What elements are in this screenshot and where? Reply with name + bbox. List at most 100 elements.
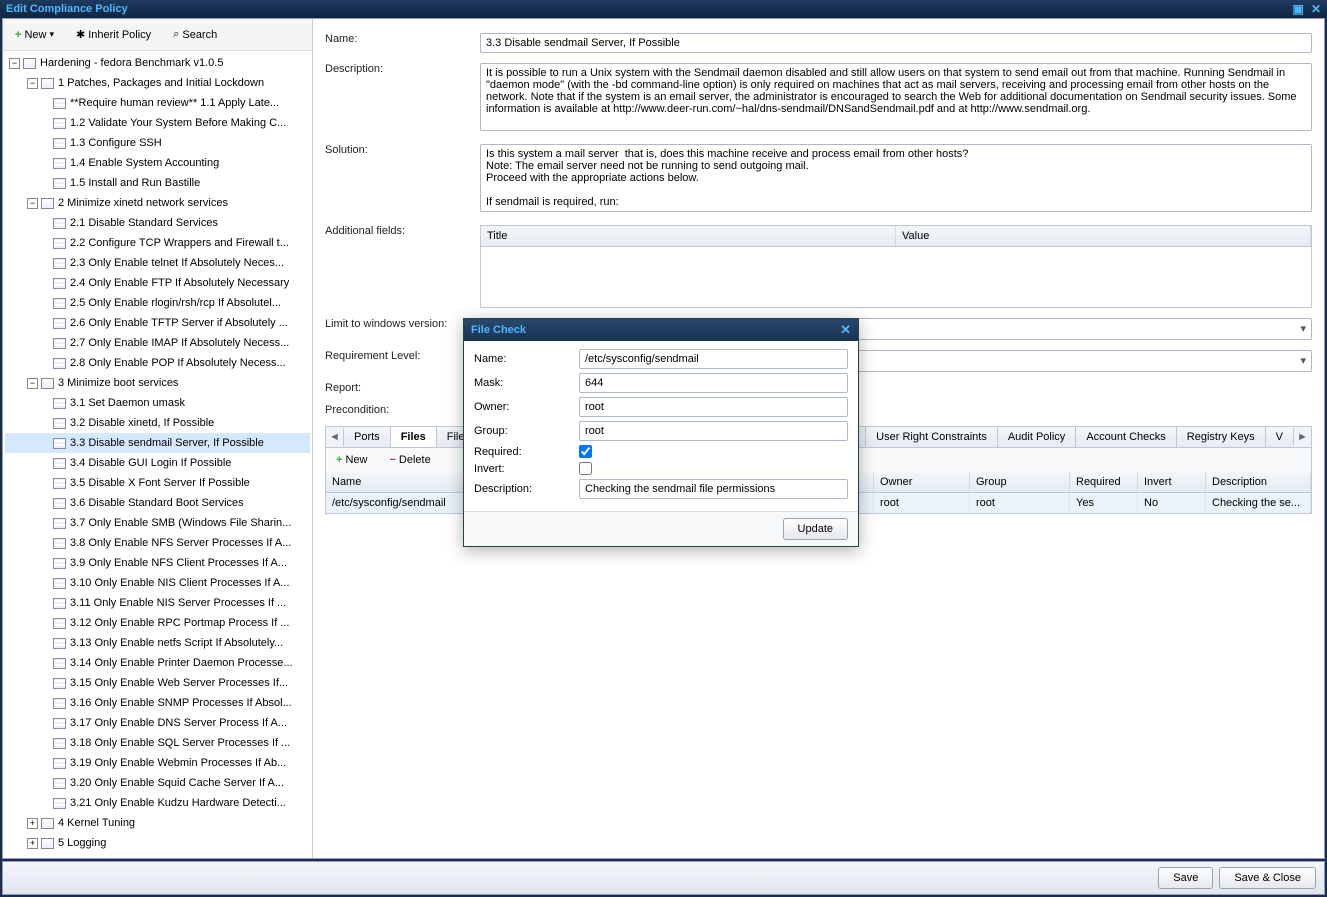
files-new-button[interactable]: +New bbox=[330, 452, 373, 468]
sheet-icon bbox=[53, 718, 66, 729]
sheet-icon bbox=[53, 678, 66, 689]
tree-item[interactable]: 2.7 Only Enable IMAP If Absolutely Neces… bbox=[5, 333, 310, 353]
tree-item[interactable]: 3.14 Only Enable Printer Daemon Processe… bbox=[5, 653, 310, 673]
tree-item[interactable]: **Require human review** 1.1 Apply Late.… bbox=[5, 93, 310, 113]
tree-item[interactable]: 3.1 Set Daemon umask bbox=[5, 393, 310, 413]
tree-item[interactable]: 3.7 Only Enable SMB (Windows File Sharin… bbox=[5, 513, 310, 533]
inherit-policy-button[interactable]: ✱Inherit Policy bbox=[69, 24, 158, 45]
tree-item[interactable]: 2.5 Only Enable rlogin/rsh/rcp If Absolu… bbox=[5, 293, 310, 313]
sheet-icon bbox=[53, 458, 66, 469]
tree-item[interactable]: 3.4 Disable GUI Login If Possible bbox=[5, 453, 310, 473]
tree-item[interactable]: 3.15 Only Enable Web Server Processes If… bbox=[5, 673, 310, 693]
tree-item[interactable]: 3.10 Only Enable NIS Client Processes If… bbox=[5, 573, 310, 593]
modal-description-input[interactable] bbox=[579, 479, 848, 499]
modal-title-bar[interactable]: File Check ✕ bbox=[464, 319, 858, 341]
search-button[interactable]: ⌕Search bbox=[166, 24, 224, 45]
folder-icon bbox=[41, 378, 54, 389]
tree-item[interactable]: 2.3 Only Enable telnet If Absolutely Nec… bbox=[5, 253, 310, 273]
tab-account-checks[interactable]: Account Checks bbox=[1076, 427, 1176, 447]
collapse-icon[interactable]: − bbox=[27, 378, 38, 389]
sheet-icon bbox=[53, 518, 66, 529]
tree-label: 4 Kernel Tuning bbox=[58, 817, 135, 829]
sheet-icon bbox=[53, 158, 66, 169]
tab-scroll-left[interactable]: ◄ bbox=[326, 428, 344, 446]
tree-item[interactable]: −3 Minimize boot services bbox=[5, 373, 310, 393]
expand-icon[interactable]: + bbox=[27, 818, 38, 829]
tab-scroll-right[interactable]: ► bbox=[1293, 428, 1311, 446]
tab-files[interactable]: Files bbox=[391, 427, 437, 447]
tree-item[interactable]: 3.3 Disable sendmail Server, If Possible bbox=[5, 433, 310, 453]
tree-item[interactable]: 3.5 Disable X Font Server If Possible bbox=[5, 473, 310, 493]
collapse-icon[interactable]: − bbox=[27, 78, 38, 89]
tree-item[interactable]: 3.21 Only Enable Kudzu Hardware Detecti.… bbox=[5, 793, 310, 813]
tree-label: 3.6 Disable Standard Boot Services bbox=[70, 497, 244, 509]
file-check-modal: File Check ✕ Name: Mask: Owner: Group: R… bbox=[463, 318, 859, 547]
tab-v-partial[interactable]: V bbox=[1266, 427, 1293, 447]
tree-item[interactable]: 2.1 Disable Standard Services bbox=[5, 213, 310, 233]
expand-icon[interactable]: + bbox=[27, 838, 38, 849]
tree-item[interactable]: 3.19 Only Enable Webmin Processes If Ab.… bbox=[5, 753, 310, 773]
tree-item[interactable]: 2.6 Only Enable TFTP Server if Absolutel… bbox=[5, 313, 310, 333]
save-close-button[interactable]: Save & Close bbox=[1219, 867, 1316, 889]
tree-item[interactable]: 2.2 Configure TCP Wrappers and Firewall … bbox=[5, 233, 310, 253]
tree-item[interactable]: 3.8 Only Enable NFS Server Processes If … bbox=[5, 533, 310, 553]
name-input[interactable] bbox=[480, 33, 1312, 53]
grid-col-title[interactable]: Title bbox=[481, 226, 896, 246]
collapse-icon[interactable]: − bbox=[9, 58, 20, 69]
description-textarea[interactable]: It is possible to run a Unix system with… bbox=[480, 63, 1312, 131]
modal-required-checkbox[interactable] bbox=[579, 445, 592, 458]
files-col-required[interactable]: Required bbox=[1070, 472, 1138, 492]
files-delete-button[interactable]: −Delete bbox=[383, 452, 436, 468]
save-button[interactable]: Save bbox=[1158, 867, 1213, 889]
tree-item[interactable]: 3.13 Only Enable netfs Script If Absolut… bbox=[5, 633, 310, 653]
tree-item[interactable]: −2 Minimize xinetd network services bbox=[5, 193, 310, 213]
tab-audit-policy[interactable]: Audit Policy bbox=[998, 427, 1076, 447]
tree-item[interactable]: 1.2 Validate Your System Before Making C… bbox=[5, 113, 310, 133]
tree-item[interactable]: 2.8 Only Enable POP If Absolutely Necess… bbox=[5, 353, 310, 373]
tree-item[interactable]: +4 Kernel Tuning bbox=[5, 813, 310, 833]
tree-item[interactable]: 3.2 Disable xinetd, If Possible bbox=[5, 413, 310, 433]
new-button[interactable]: +New▾ bbox=[8, 25, 61, 45]
modal-group-input[interactable] bbox=[579, 421, 848, 441]
tree-item[interactable]: 1.5 Install and Run Bastille bbox=[5, 173, 310, 193]
tree-item[interactable]: 3.11 Only Enable NIS Server Processes If… bbox=[5, 593, 310, 613]
tree-item[interactable]: +5 Logging bbox=[5, 833, 310, 853]
modal-mask-label: Mask: bbox=[474, 377, 579, 389]
tree-item[interactable]: 3.17 Only Enable DNS Server Process If A… bbox=[5, 713, 310, 733]
files-col-owner[interactable]: Owner bbox=[874, 472, 970, 492]
collapse-icon[interactable]: − bbox=[27, 198, 38, 209]
policy-tree[interactable]: −Hardening - fedora Benchmark v1.0.5−1 P… bbox=[3, 51, 312, 858]
grid-col-value[interactable]: Value bbox=[896, 226, 1311, 246]
sheet-icon bbox=[53, 418, 66, 429]
restore-icon[interactable]: ▣ bbox=[1293, 2, 1304, 16]
files-col-invert[interactable]: Invert bbox=[1138, 472, 1206, 492]
tree-item[interactable]: −Hardening - fedora Benchmark v1.0.5 bbox=[5, 53, 310, 73]
modal-mask-input[interactable] bbox=[579, 373, 848, 393]
tab-ports[interactable]: Ports bbox=[344, 427, 391, 447]
tab-registry-keys[interactable]: Registry Keys bbox=[1177, 427, 1266, 447]
tree-item[interactable]: 2.4 Only Enable FTP If Absolutely Necess… bbox=[5, 273, 310, 293]
modal-invert-checkbox[interactable] bbox=[579, 462, 592, 475]
modal-close-icon[interactable]: ✕ bbox=[840, 322, 851, 338]
modal-owner-input[interactable] bbox=[579, 397, 848, 417]
tree-item[interactable]: −1 Patches, Packages and Initial Lockdow… bbox=[5, 73, 310, 93]
tree-item[interactable]: 3.18 Only Enable SQL Server Processes If… bbox=[5, 733, 310, 753]
tree-label: 3.15 Only Enable Web Server Processes If… bbox=[70, 677, 288, 689]
tree-label: 3.1 Set Daemon umask bbox=[70, 397, 185, 409]
close-window-icon[interactable]: ✕ bbox=[1311, 2, 1321, 16]
files-col-group[interactable]: Group bbox=[970, 472, 1070, 492]
tree-item[interactable]: 3.9 Only Enable NFS Client Processes If … bbox=[5, 553, 310, 573]
tree-item[interactable]: 3.20 Only Enable Squid Cache Server If A… bbox=[5, 773, 310, 793]
modal-update-button[interactable]: Update bbox=[783, 518, 848, 540]
files-col-description[interactable]: Description bbox=[1206, 472, 1311, 492]
tab-user-right-constraints[interactable]: User Right Constraints bbox=[866, 427, 998, 447]
solution-textarea[interactable]: Is this system a mail server that is, do… bbox=[480, 144, 1312, 212]
tree-item[interactable]: 1.3 Configure SSH bbox=[5, 133, 310, 153]
tree-item[interactable]: 3.16 Only Enable SNMP Processes If Absol… bbox=[5, 693, 310, 713]
tree-item[interactable]: 3.12 Only Enable RPC Portmap Process If … bbox=[5, 613, 310, 633]
sheet-icon bbox=[53, 278, 66, 289]
cell-required: Yes bbox=[1070, 493, 1138, 513]
modal-name-input[interactable] bbox=[579, 349, 848, 369]
tree-item[interactable]: 1.4 Enable System Accounting bbox=[5, 153, 310, 173]
tree-item[interactable]: 3.6 Disable Standard Boot Services bbox=[5, 493, 310, 513]
